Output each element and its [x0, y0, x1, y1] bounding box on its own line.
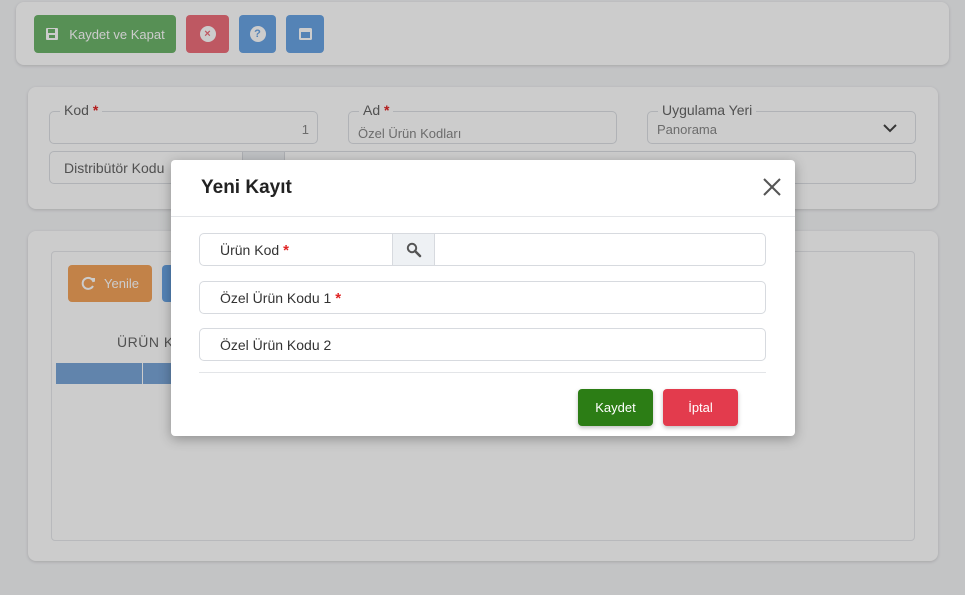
close-icon[interactable]: [761, 176, 783, 198]
ozel-urun-kodu-1-field[interactable]: Özel Ürün Kodu 1 *: [199, 281, 766, 314]
new-record-dialog: Yeni Kayıt Ürün Kod * Özel Ürün Kodu 1 * Ö…: [171, 160, 795, 436]
dialog-divider: [199, 372, 766, 373]
urun-kod-field: Ürün Kod *: [199, 233, 766, 266]
urun-kod-lookup-button[interactable]: [392, 234, 435, 265]
cancel-button[interactable]: İptal: [663, 389, 738, 426]
urun-kod-input[interactable]: [436, 234, 765, 265]
dialog-header: Yeni Kayıt: [171, 160, 795, 217]
ozel-urun-kodu-2-field[interactable]: Özel Ürün Kodu 2: [199, 328, 766, 361]
dialog-title: Yeni Kayıt: [201, 177, 292, 198]
save-button[interactable]: Kaydet: [578, 389, 653, 426]
search-icon: [406, 242, 421, 257]
ozel-urun-kodu-1-label: Özel Ürün Kodu 1 *: [220, 290, 342, 307]
ozel-urun-kodu-2-label: Özel Ürün Kodu 2: [220, 337, 332, 353]
urun-kod-label: Ürün Kod *: [220, 242, 289, 259]
